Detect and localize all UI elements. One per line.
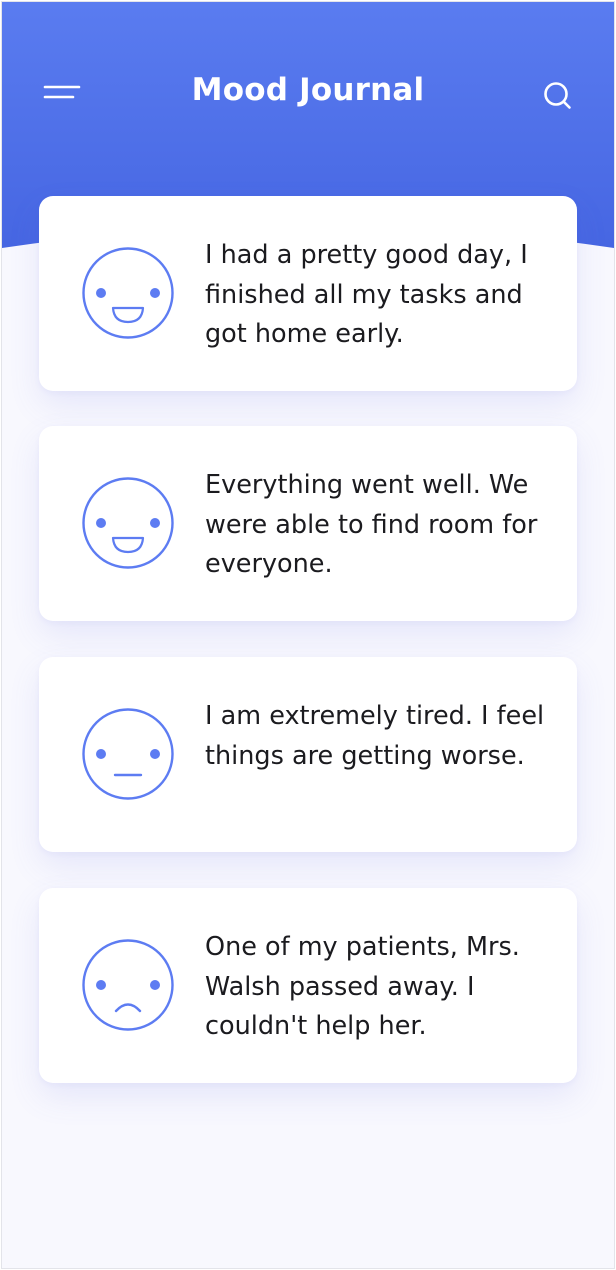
journal-entry-text: I am extremely tired. I feel things are … [205,701,545,771]
search-button[interactable] [538,76,578,116]
search-icon [544,82,571,109]
journal-entry-card[interactable]: I am extremely tired. I feel things are … [39,657,577,852]
journal-entry-card[interactable]: Everything went well. We were able to fi… [39,426,577,621]
journal-entry-text: I had a pretty good day, I finished all … [205,240,528,349]
app-screen: Mood Journal I had a pretty good day, I … [2,2,614,1268]
page-title: Mood Journal [191,72,425,108]
journal-entry-card[interactable]: One of my patients, Mrs. Walsh passed aw… [39,888,577,1083]
sad-face-icon [82,939,174,1031]
journal-entry-text: Everything went well. We were able to fi… [205,470,538,579]
happy-face-icon [82,247,174,339]
neutral-face-icon [82,708,174,800]
app-header: Mood Journal [2,54,614,134]
happy-face-icon [82,477,174,569]
journal-entry-text: One of my patients, Mrs. Walsh passed aw… [205,932,520,1041]
journal-entry-card[interactable]: I had a pretty good day, I finished all … [39,196,577,391]
